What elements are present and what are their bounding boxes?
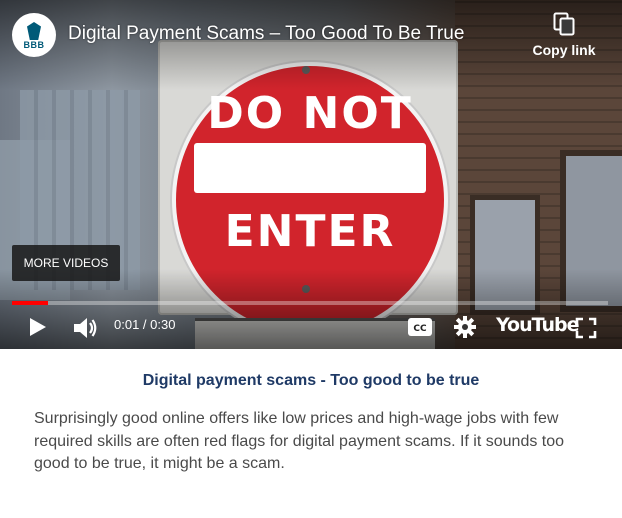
copy-icon bbox=[553, 12, 575, 36]
sign-bar bbox=[194, 143, 426, 193]
cc-icon[interactable]: CC bbox=[408, 318, 432, 336]
play-icon[interactable] bbox=[26, 316, 48, 338]
more-videos-button[interactable]: MORE VIDEOS bbox=[12, 245, 120, 281]
youtube-logo[interactable]: YouTube bbox=[496, 314, 579, 336]
copy-link-label: Copy link bbox=[532, 42, 596, 58]
gear-icon[interactable] bbox=[454, 316, 476, 338]
sign-text-bottom: ENTER bbox=[224, 206, 396, 257]
video-title[interactable]: Digital Payment Scams – Too Good To Be T… bbox=[68, 23, 464, 45]
progress-fill bbox=[12, 301, 48, 305]
caption-title: Digital payment scams - Too good to be t… bbox=[142, 372, 480, 389]
bbb-torch-icon bbox=[27, 22, 41, 40]
time-display: 0:01 / 0:30 bbox=[114, 317, 176, 332]
channel-logo[interactable]: BBB bbox=[12, 13, 56, 57]
video-player[interactable]: DO NOT ENTER BBB Digital Payment Scams –… bbox=[0, 0, 622, 349]
sign-text-top: DO NOT bbox=[207, 88, 413, 139]
progress-bar[interactable] bbox=[12, 301, 608, 305]
fullscreen-icon[interactable] bbox=[575, 317, 597, 339]
volume-icon[interactable] bbox=[72, 316, 98, 340]
video-caption: Digital payment scams - Too good to be t… bbox=[0, 349, 622, 518]
channel-logo-text: BBB bbox=[23, 40, 45, 50]
caption-body: Surprisingly good online offers like low… bbox=[34, 410, 565, 472]
copy-link-button[interactable]: Copy link bbox=[524, 12, 604, 58]
svg-text:CC: CC bbox=[413, 324, 427, 334]
